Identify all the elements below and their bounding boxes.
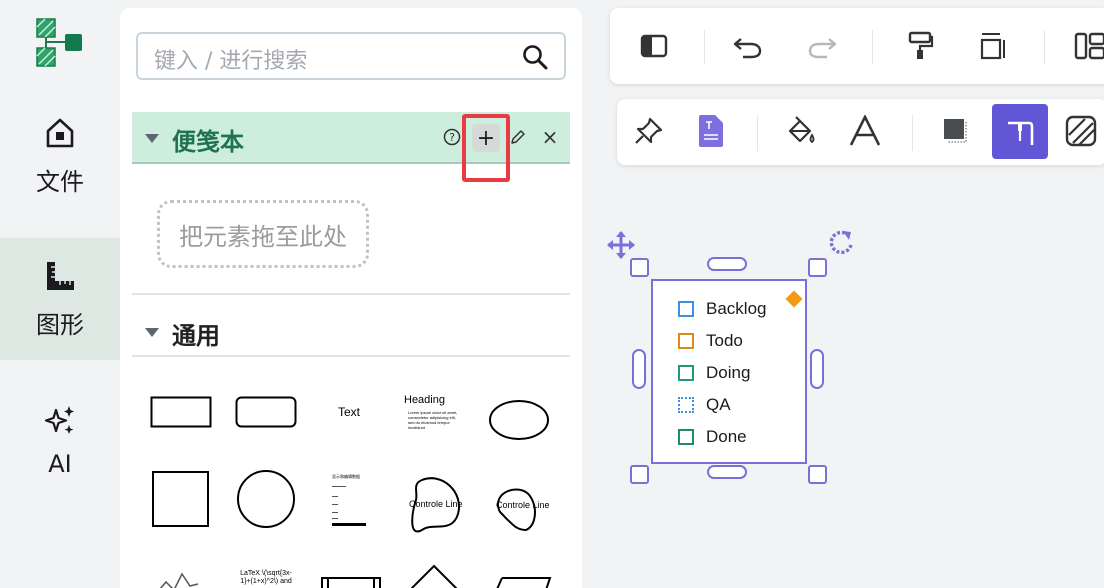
resize-handle-bottom[interactable] <box>707 465 747 479</box>
main-toolbar <box>610 8 1104 84</box>
shape-latex[interactable]: LaTeX \(\sqrt{3x-1}+(1+x)^2\) and <box>236 570 296 588</box>
svg-text:?: ? <box>449 131 455 144</box>
scratchpad-header[interactable]: 便笺本 ? + × <box>132 112 570 182</box>
help-icon[interactable]: ? <box>440 125 464 149</box>
sparkles-icon <box>44 406 74 434</box>
task-item: Backlog <box>678 299 766 319</box>
pin-icon[interactable] <box>630 112 668 150</box>
rail-item-label: 文件 <box>36 167 84 196</box>
edit-icon[interactable] <box>506 125 530 149</box>
heading-body: Lorem ipsum dolor sit amet, consectetur … <box>408 410 458 430</box>
shape-circle[interactable] <box>236 470 296 530</box>
shape-data-list[interactable]: 显示和编辑数据 <box>332 474 368 530</box>
close-icon[interactable]: × <box>538 125 562 149</box>
text-document-icon[interactable] <box>692 112 730 150</box>
undo-icon[interactable] <box>730 28 766 64</box>
connector-style-icon[interactable] <box>992 104 1048 159</box>
divider <box>757 115 758 151</box>
task-item: Done <box>678 427 747 447</box>
collapse-arrow-icon[interactable] <box>145 134 159 143</box>
shape-rounded-rectangle[interactable] <box>235 396 297 430</box>
heading-title: Heading <box>404 394 445 406</box>
rotate-icon[interactable] <box>827 228 855 256</box>
format-toolbar <box>617 99 1104 165</box>
shape-text[interactable]: Text <box>338 405 360 419</box>
task-label: Backlog <box>706 299 767 318</box>
move-icon[interactable] <box>606 230 636 260</box>
left-rail: 文件 图形 AI <box>0 0 120 588</box>
shape-library-panel: 键入 / 进行搜索 便笺本 ? + × 把元素拖至此处 通用 Text Head… <box>120 8 582 588</box>
app: 文件 图形 AI 键入 / 进行搜索 便笺本 ? + × 把元素拖至此处 通用 … <box>0 0 1104 588</box>
rail-item-shapes[interactable]: 图形 <box>0 238 120 360</box>
checkbox-icon[interactable] <box>678 397 694 413</box>
fill-bucket-icon[interactable] <box>782 112 820 150</box>
layout-icon[interactable] <box>1072 28 1104 64</box>
shape-container[interactable] <box>320 576 382 588</box>
font-icon[interactable] <box>846 112 884 150</box>
resize-handle-top-left[interactable] <box>630 258 649 277</box>
ruler-icon <box>47 261 74 290</box>
shape-rectangle[interactable] <box>150 396 212 430</box>
rail-item-ai[interactable]: AI <box>0 380 120 502</box>
latex-text: LaTeX \(\sqrt{3x-1}+(1+x)^2\) and <box>240 570 292 585</box>
shape-square[interactable] <box>151 470 211 528</box>
divider <box>132 293 570 295</box>
redo-icon[interactable] <box>804 28 840 64</box>
scratchpad-title: 便笺本 <box>172 128 244 156</box>
divider <box>704 30 705 64</box>
format-painter-icon[interactable] <box>902 28 938 64</box>
list-lines-icon <box>332 486 366 526</box>
resize-handle-top-right[interactable] <box>808 258 827 277</box>
rail-item-label: AI <box>48 450 72 478</box>
task-label: Doing <box>706 363 751 382</box>
task-label: QA <box>706 395 731 414</box>
general-section-header[interactable]: 通用 <box>132 308 570 356</box>
resize-handle-left[interactable] <box>632 349 646 389</box>
checkbox-icon[interactable] <box>678 333 694 349</box>
rail-item-label: 图形 <box>36 310 84 339</box>
checkbox-icon[interactable] <box>678 301 694 317</box>
divider <box>1044 30 1045 64</box>
general-title: 通用 <box>172 322 220 350</box>
task-item: Doing <box>678 363 750 383</box>
shape-heading[interactable]: Heading Lorem ipsum dolor sit amet, cons… <box>404 394 466 442</box>
search-placeholder: 键入 / 进行搜索 <box>154 49 308 74</box>
resize-handle-bottom-right[interactable] <box>808 465 827 484</box>
search-icon[interactable] <box>522 44 548 70</box>
shadow-icon[interactable] <box>937 112 975 150</box>
search-input[interactable]: 键入 / 进行搜索 <box>136 32 566 80</box>
app-logo <box>36 18 84 74</box>
controle-line-label: Controle Line <box>496 500 550 510</box>
controle-line-label: Controle Line <box>409 499 463 509</box>
sidebar-toggle-icon[interactable] <box>636 28 672 64</box>
resize-handle-bottom-left[interactable] <box>630 465 649 484</box>
rail-item-file[interactable]: 文件 <box>0 95 120 217</box>
checkbox-icon[interactable] <box>678 429 694 445</box>
add-to-scratchpad-button[interactable]: + <box>462 114 510 182</box>
scratchpad-drop-zone[interactable]: 把元素拖至此处 <box>157 200 369 268</box>
shape-line-chart[interactable] <box>152 568 202 588</box>
divider <box>132 355 570 357</box>
home-icon <box>46 118 74 147</box>
resize-handle-top[interactable] <box>707 257 747 271</box>
task-label: Done <box>706 427 747 446</box>
divider <box>912 115 913 151</box>
shape-ellipse[interactable] <box>488 400 550 442</box>
add-icon[interactable]: + <box>472 124 500 152</box>
shape-parallelogram[interactable] <box>490 576 552 588</box>
resize-icon[interactable] <box>974 28 1010 64</box>
task-item: QA <box>678 395 731 415</box>
task-label: Todo <box>706 331 743 350</box>
checkbox-icon[interactable] <box>678 365 694 381</box>
collapse-arrow-icon[interactable] <box>145 328 159 337</box>
shape-diamond[interactable] <box>404 564 464 588</box>
pattern-icon[interactable] <box>1061 112 1101 150</box>
resize-handle-right[interactable] <box>810 349 824 389</box>
task-item: Todo <box>678 331 743 351</box>
divider <box>872 30 873 64</box>
